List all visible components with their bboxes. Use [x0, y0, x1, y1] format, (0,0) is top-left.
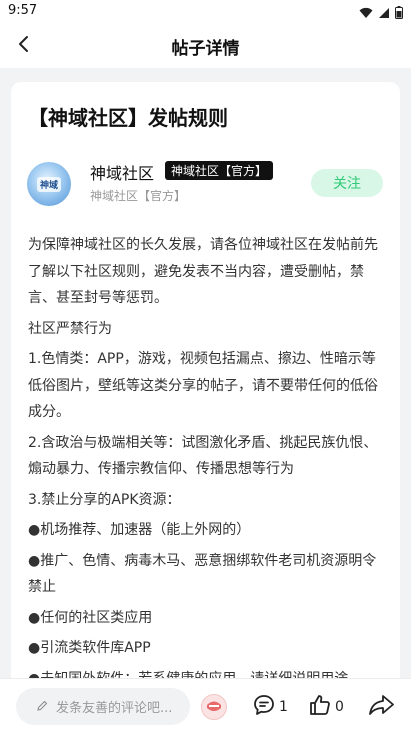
status-bar: 9:57 [0, 0, 411, 24]
post-paragraph: ●推广、色情、病毒木马、恶意捆绑软件老司机资源明令禁止 [28, 552, 377, 596]
author-name[interactable]: 神域社区 [90, 160, 154, 184]
post-paragraph: 社区严禁行为 [28, 320, 112, 337]
comment-icon [252, 693, 276, 721]
post-card: 【神域社区】发帖规则 神域 神域社区 神域社区【官方】 神域社区【官方】 关注 … [11, 82, 400, 682]
post-paragraph: 为保障神域社区的长久发展，请各位神域社区在发帖前先了解以下社区规则，避免发表不当… [28, 237, 378, 306]
official-badge: 神域社区【官方】 [165, 161, 274, 180]
like-action[interactable]: 0 [308, 693, 344, 721]
author-subtitle: 神域社区【官方】 [90, 189, 187, 203]
comment-action[interactable]: 1 [252, 693, 288, 721]
status-icons [359, 4, 403, 23]
wifi-icon [359, 4, 373, 23]
top-app-bar: 帖子详情 [0, 24, 411, 68]
comment-input[interactable]: 发条友善的评论吧... [16, 688, 190, 725]
page-title: 帖子详情 [171, 39, 240, 59]
post-paragraph: ●任何的社区类应用 [28, 609, 153, 626]
author-row: 神域 神域社区 神域社区【官方】 神域社区【官方】 关注 [27, 160, 387, 210]
post-paragraph: ●引流类软件库APP [28, 640, 151, 656]
user-avatar[interactable] [201, 694, 227, 720]
avatar-logo: 神域 [36, 176, 61, 192]
status-time: 9:57 [8, 3, 38, 18]
pencil-icon [36, 697, 48, 716]
comment-placeholder: 发条友善的评论吧... [56, 701, 173, 716]
battery-icon [395, 4, 403, 23]
post-paragraph: ●机场推荐、加速器（能上外网的） [28, 522, 251, 538]
bottom-action-bar: 发条友善的评论吧... 1 0 [0, 678, 411, 733]
comment-count: 1 [279, 699, 288, 715]
post-paragraph: 1.色情类：APP，游戏，视频包括漏点、擦边、性暗示等低俗图片，壁纸等这类分享的… [28, 351, 378, 420]
thumbs-up-icon [308, 693, 332, 721]
share-action[interactable] [368, 693, 396, 721]
author-avatar[interactable]: 神域 [27, 162, 71, 206]
follow-button[interactable]: 关注 [311, 169, 383, 197]
share-icon [368, 693, 396, 721]
like-count: 0 [335, 699, 344, 715]
signal-icon [378, 4, 390, 23]
post-title: 【神域社区】发帖规则 [28, 106, 228, 130]
post-paragraph: 2.含政治与极端相关等：试图激化矛盾、挑起民族仇恨、煽动暴力、传播宗教信仰、传播… [28, 434, 378, 478]
post-body: 为保障神域社区的长久发展，请各位神域社区在发帖前先了解以下社区规则，避免发表不当… [28, 232, 384, 682]
post-paragraph: 3.禁止分享的APK资源： [28, 491, 181, 508]
